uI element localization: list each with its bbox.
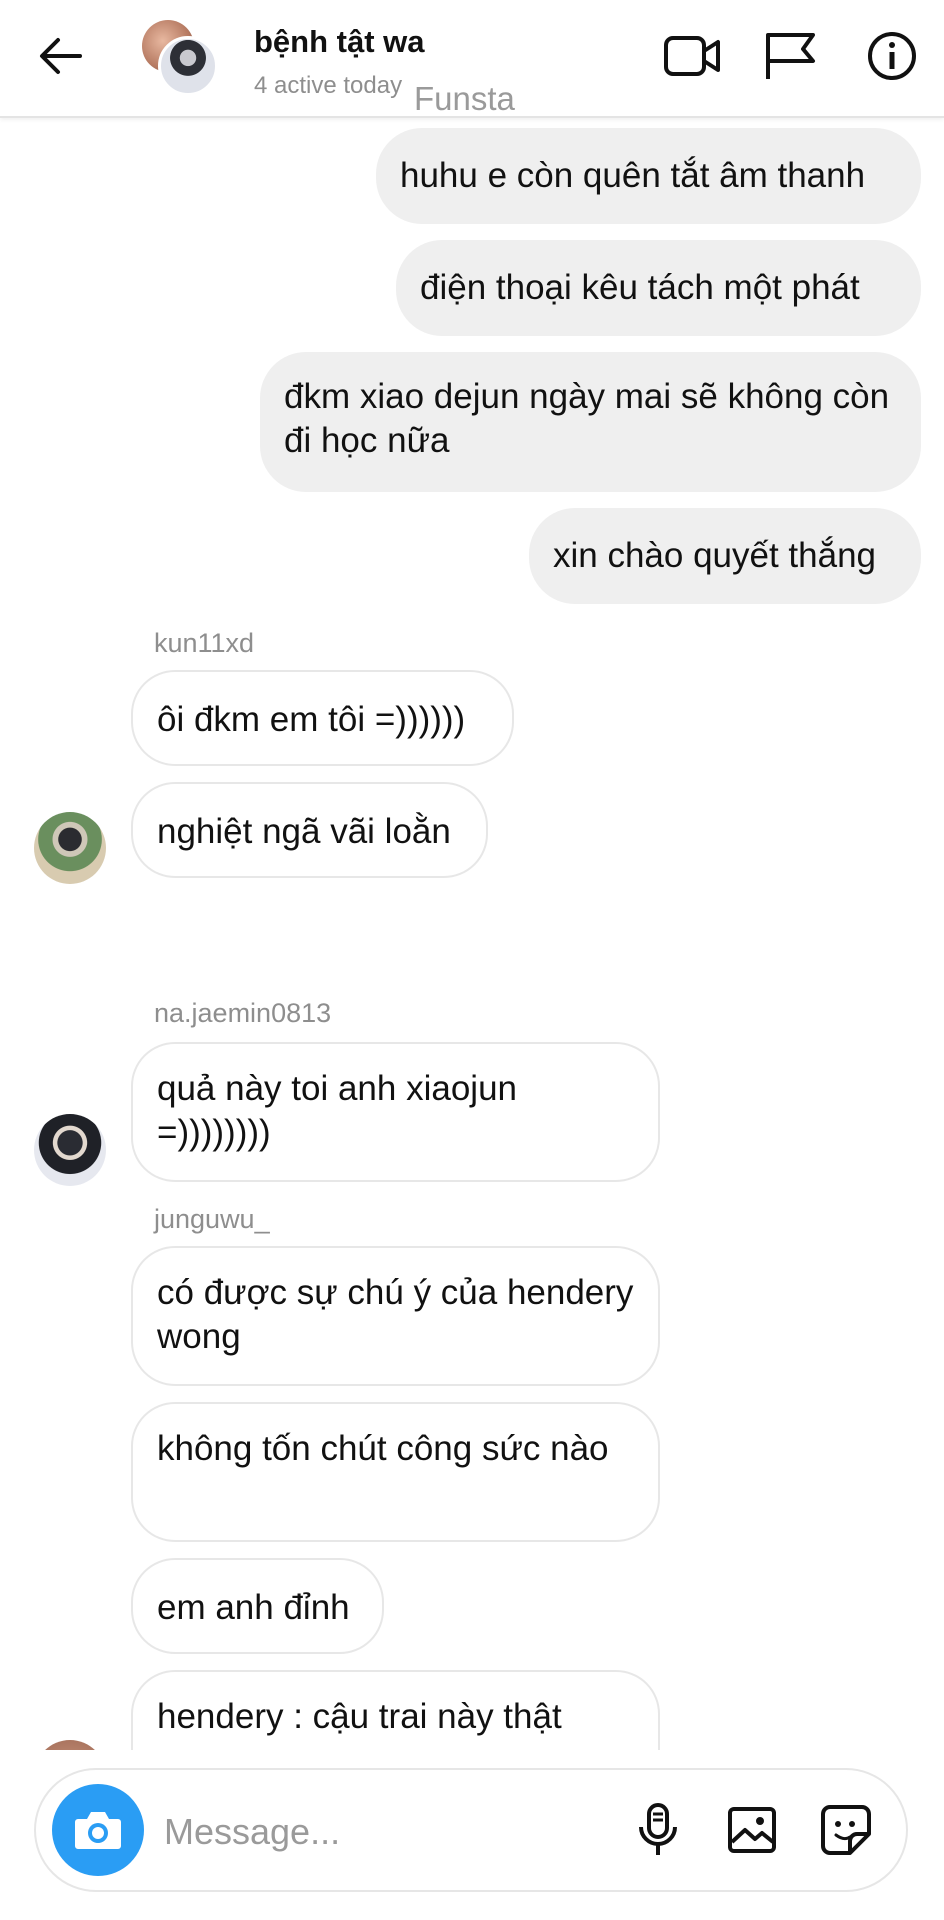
active-status: 4 active today <box>254 72 403 99</box>
camera-icon <box>75 1812 121 1849</box>
message-bubble-incoming[interactable]: nghiệt ngã vãi loằn <box>131 782 488 878</box>
message-bubble-outgoing[interactable]: huhu e còn quên tắt âm thanh <box>376 128 921 224</box>
chat-title[interactable]: bệnh tật wa <box>254 24 425 60</box>
sender-name: junguwu_ <box>154 1204 270 1234</box>
message-list[interactable]: huhu e còn quên tắt âm thanh điện thoại … <box>0 118 944 1750</box>
arrow-left-icon <box>40 38 82 74</box>
message-bubble-outgoing[interactable]: xin chào quyết thắng <box>529 508 921 604</box>
image-icon <box>728 1807 776 1853</box>
voice-message-button[interactable] <box>628 1800 688 1860</box>
sticker-icon <box>821 1805 871 1855</box>
message-bubble-outgoing[interactable]: điện thoại kêu tách một phát <box>396 240 921 336</box>
back-button[interactable] <box>30 26 90 86</box>
message-bubble-incoming[interactable]: quả này toi anh xiaojun =)))))))) <box>131 1042 660 1182</box>
report-button[interactable] <box>758 26 822 86</box>
sender-name: kun11xd <box>154 628 255 658</box>
avatar[interactable] <box>34 1114 106 1186</box>
group-avatar[interactable] <box>142 20 222 96</box>
video-camera-icon <box>664 36 720 76</box>
watermark: Funsta <box>414 80 515 117</box>
member-avatar <box>158 36 218 96</box>
sender-name: na.jaemin0813 <box>154 998 332 1028</box>
info-icon <box>868 32 916 80</box>
message-bubble-incoming[interactable]: em anh đỉnh <box>131 1558 384 1654</box>
flag-icon <box>766 33 815 79</box>
message-bubble-incoming[interactable]: hendery : cậu trai này thật <box>131 1670 660 1750</box>
message-bubble-incoming[interactable]: có được sự chú ý của hendery wong <box>131 1246 660 1386</box>
avatar[interactable] <box>34 812 106 884</box>
message-input[interactable] <box>164 1806 504 1858</box>
video-call-button[interactable] <box>660 26 724 86</box>
microphone-icon <box>639 1803 677 1855</box>
avatar[interactable] <box>34 1740 106 1750</box>
gallery-button[interactable] <box>722 1800 782 1860</box>
message-bubble-incoming[interactable]: không tốn chút công sức nào <box>131 1402 660 1542</box>
camera-button[interactable] <box>52 1784 144 1876</box>
sticker-button[interactable] <box>816 1800 876 1860</box>
info-button[interactable] <box>860 26 924 86</box>
message-bubble-outgoing[interactable]: đkm xiao dejun ngày mai sẽ không còn đi … <box>260 352 921 492</box>
message-composer <box>34 1768 908 1892</box>
message-bubble-incoming[interactable]: ôi đkm em tôi =)))))) <box>131 670 514 766</box>
